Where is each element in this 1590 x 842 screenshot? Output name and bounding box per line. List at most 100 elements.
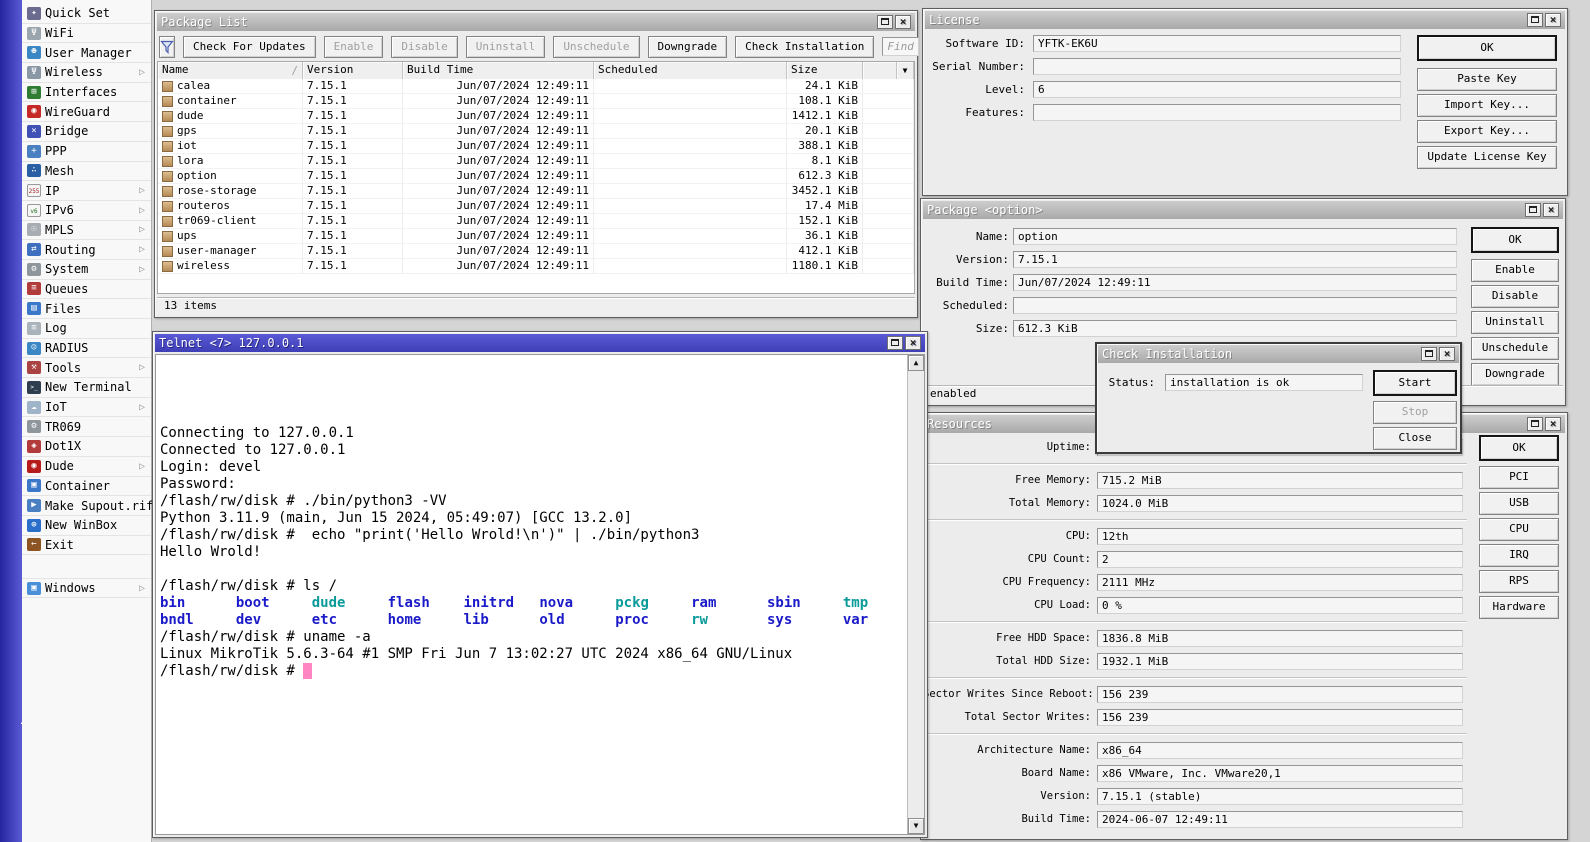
export-key-button[interactable]: Export Key... (1417, 120, 1557, 143)
cpu-button[interactable]: CPU (1479, 518, 1559, 541)
total-memory-value[interactable]: 1024.0 MiB (1097, 495, 1463, 512)
version-value[interactable]: 7.15.1 (1013, 251, 1457, 268)
uninstall-button[interactable]: Uninstall (1471, 311, 1559, 334)
cpu-load-value[interactable]: 0 % (1097, 597, 1463, 614)
sidebar-item-radius[interactable]: ☺RADIUS (22, 339, 151, 359)
sidebar-item-windows[interactable]: ▣Windows▷ (22, 578, 151, 598)
table-row[interactable]: container7.15.1Jun/07/2024 12:49:11108.1… (158, 94, 914, 109)
column-header-name[interactable]: Name∕ (158, 62, 303, 79)
total-sector-writes-value[interactable]: 156 239 (1097, 709, 1463, 726)
sidebar-item-wifi[interactable]: ΨWiFi (22, 24, 151, 44)
sidebar-item-user-manager[interactable]: ☻User Manager (22, 43, 151, 63)
scroll-down-button[interactable]: ▼ (908, 818, 924, 834)
maximize-button[interactable] (1527, 417, 1543, 431)
irq-button[interactable]: IRQ (1479, 544, 1559, 567)
sidebar-item-quick-set[interactable]: ✦Quick Set (22, 4, 151, 24)
enable-button[interactable]: Enable (1471, 259, 1559, 282)
maximize-button[interactable] (1525, 203, 1541, 217)
paste-key-button[interactable]: Paste Key (1417, 68, 1557, 91)
column-header-scheduled[interactable]: Scheduled (594, 62, 787, 79)
rps-button[interactable]: RPS (1479, 570, 1559, 593)
table-row[interactable]: lora7.15.1Jun/07/2024 12:49:118.1 KiB (158, 154, 914, 169)
sidebar-item-wireless[interactable]: ΨWireless▷ (22, 63, 151, 83)
scroll-up-button[interactable]: ▲ (908, 355, 924, 371)
name-value[interactable]: option (1013, 228, 1457, 245)
features-value[interactable] (1033, 104, 1401, 121)
sidebar-item-ip[interactable]: 255IP▷ (22, 181, 151, 201)
sidebar-item-wireguard[interactable]: ◉WireGuard (22, 102, 151, 122)
disable-button[interactable]: Disable (1471, 285, 1559, 308)
start-button[interactable]: Start (1373, 370, 1457, 396)
table-row[interactable]: tr069-client7.15.1Jun/07/2024 12:49:1115… (158, 214, 914, 229)
close-button[interactable]: × (905, 336, 921, 350)
find-input[interactable]: Find (882, 37, 919, 56)
ok-button[interactable]: OK (1471, 227, 1559, 253)
build-time-value[interactable]: Jun/07/2024 12:49:11 (1013, 274, 1457, 291)
close-button[interactable]: × (1545, 417, 1561, 431)
table-row[interactable]: option7.15.1Jun/07/2024 12:49:11612.3 Ki… (158, 169, 914, 184)
sidebar-item-make-supout-rif[interactable]: ▶Make Supout.rif (22, 496, 151, 516)
table-row[interactable]: gps7.15.1Jun/07/2024 12:49:1120.1 KiB (158, 124, 914, 139)
architecture-name-value[interactable]: x86_64 (1097, 742, 1463, 759)
sidebar-item-iot[interactable]: ☁IoT▷ (22, 398, 151, 418)
sidebar-item-exit[interactable]: ←Exit (22, 536, 151, 556)
package-list-titlebar[interactable]: Package List × (157, 13, 915, 31)
sidebar-item-system[interactable]: ⚙System▷ (22, 260, 151, 280)
uninstall-button[interactable]: Uninstall (466, 36, 546, 58)
sidebar-item-log[interactable]: ≡Log (22, 319, 151, 339)
downgrade-button[interactable]: Downgrade (648, 36, 728, 58)
status-field-value[interactable]: installation is ok (1165, 374, 1363, 391)
sidebar-item-container[interactable]: ▣Container (22, 477, 151, 497)
sidebar-item-new-terminal[interactable]: >_New Terminal (22, 378, 151, 398)
telnet-titlebar[interactable]: Telnet <7> 127.0.0.1 × (155, 334, 925, 352)
import-key-button[interactable]: Import Key... (1417, 94, 1557, 117)
table-row[interactable]: wireless7.15.1Jun/07/2024 12:49:111180.1… (158, 259, 914, 274)
scheduled-value[interactable] (1013, 297, 1457, 314)
table-row[interactable]: rose-storage7.15.1Jun/07/2024 12:49:1134… (158, 184, 914, 199)
unschedule-button[interactable]: Unschedule (1471, 337, 1559, 360)
check-installation-titlebar[interactable]: Check Installation × (1098, 345, 1459, 363)
cpu-value[interactable]: 12th (1097, 528, 1463, 545)
terminal-output[interactable]: Connecting to 127.0.0.1 Connected to 127… (156, 355, 924, 682)
maximize-button[interactable] (1421, 347, 1437, 361)
close-button[interactable]: × (1439, 347, 1455, 361)
table-row[interactable]: user-manager7.15.1Jun/07/2024 12:49:1141… (158, 244, 914, 259)
column-header-version[interactable]: Version (303, 62, 403, 79)
sidebar-item-bridge[interactable]: ×Bridge (22, 122, 151, 142)
vertical-scrollbar[interactable]: ▲ ▼ (907, 355, 924, 834)
level-value[interactable]: 6 (1033, 81, 1401, 98)
package-option-titlebar[interactable]: Package <option> × (923, 201, 1563, 219)
table-row[interactable]: ups7.15.1Jun/07/2024 12:49:1136.1 KiB (158, 229, 914, 244)
sidebar-item-routing[interactable]: ⇄Routing▷ (22, 240, 151, 260)
close-button[interactable]: Close (1373, 427, 1457, 450)
ok-button[interactable]: OK (1417, 35, 1557, 61)
maximize-button[interactable] (887, 336, 903, 350)
sidebar-item-mpls[interactable]: ☉MPLS▷ (22, 221, 151, 241)
terminal-area[interactable]: Connecting to 127.0.0.1 Connected to 127… (155, 354, 925, 835)
size-value[interactable]: 612.3 KiB (1013, 320, 1457, 337)
table-row[interactable]: routeros7.15.1Jun/07/2024 12:49:1117.4 M… (158, 199, 914, 214)
sidebar-item-mesh[interactable]: ∴Mesh (22, 162, 151, 182)
maximize-button[interactable] (1527, 13, 1543, 27)
sidebar-item-new-winbox[interactable]: ⊕New WinBox (22, 516, 151, 536)
usb-button[interactable]: USB (1479, 492, 1559, 515)
version-value[interactable]: 7.15.1 (stable) (1097, 788, 1463, 805)
check-for-updates-button[interactable]: Check For Updates (183, 36, 316, 58)
column-select-dropdown-icon[interactable]: ▼ (897, 62, 914, 79)
column-header-build-time[interactable]: Build Time (403, 62, 594, 79)
board-name-value[interactable]: x86 VMware, Inc. VMware20,1 (1097, 765, 1463, 782)
table-row[interactable]: calea7.15.1Jun/07/2024 12:49:1124.1 KiB (158, 79, 914, 94)
filter-button[interactable] (159, 36, 175, 58)
free-hdd-space-value[interactable]: 1836.8 MiB (1097, 630, 1463, 647)
build-time-value[interactable]: 2024-06-07 12:49:11 (1097, 811, 1463, 828)
close-button[interactable]: × (895, 15, 911, 29)
sidebar-item-ppp[interactable]: +PPP (22, 142, 151, 162)
maximize-button[interactable] (877, 15, 893, 29)
sidebar-item-queues[interactable]: ≡Queues (22, 280, 151, 300)
sidebar-item-interfaces[interactable]: ⊞Interfaces (22, 83, 151, 103)
sidebar-item-tr069[interactable]: ⚙TR069 (22, 417, 151, 437)
disable-button[interactable]: Disable (391, 36, 457, 58)
table-row[interactable]: iot7.15.1Jun/07/2024 12:49:11388.1 KiB (158, 139, 914, 154)
free-memory-value[interactable]: 715.2 MiB (1097, 472, 1463, 489)
ok-button[interactable]: OK (1479, 435, 1559, 461)
